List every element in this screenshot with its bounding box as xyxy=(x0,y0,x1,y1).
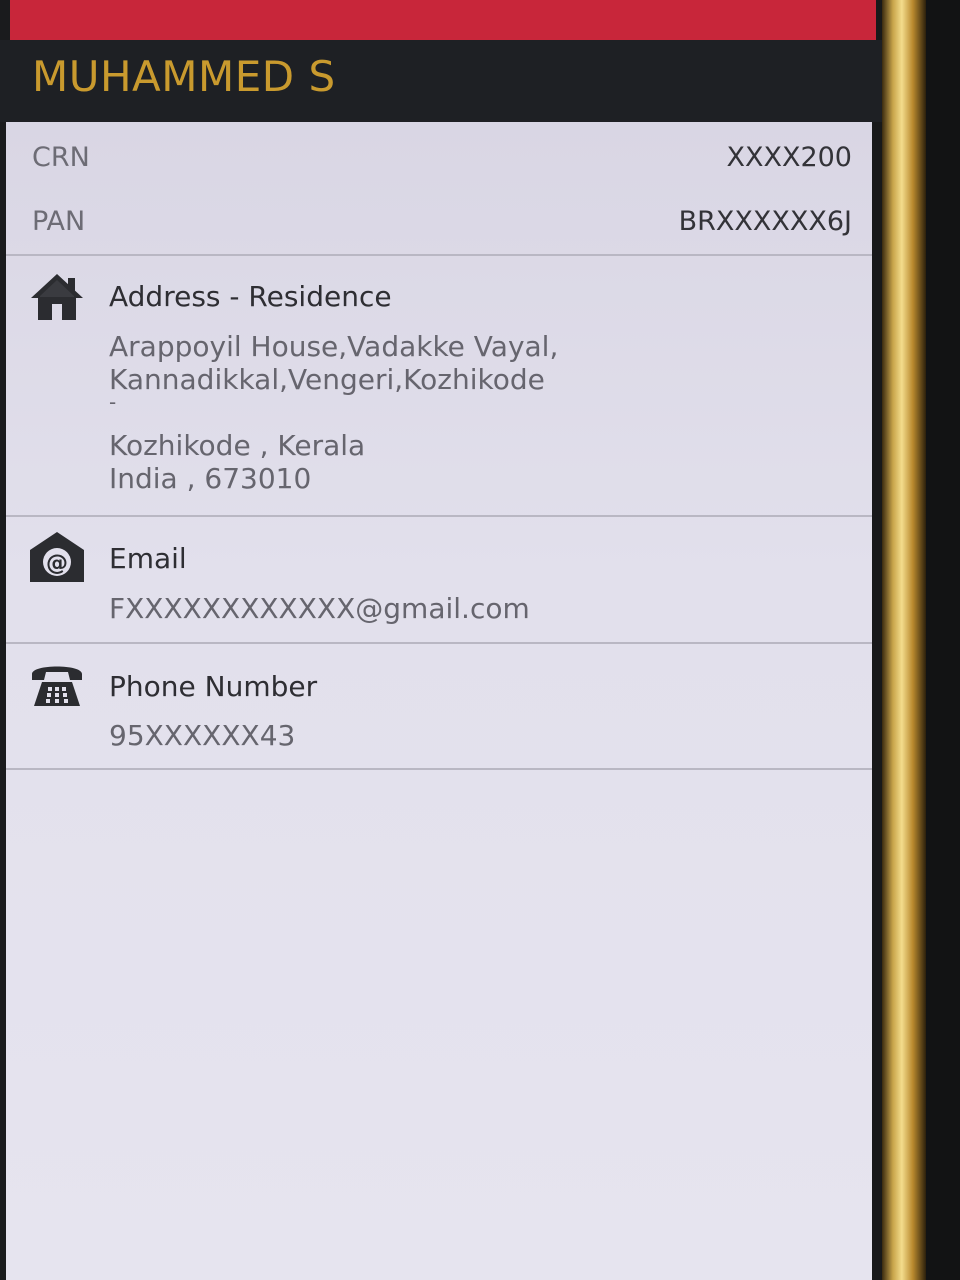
phone-edge xyxy=(926,0,960,1280)
phone-title: Phone Number xyxy=(109,670,318,703)
crn-row: CRN XXXX200 xyxy=(6,128,872,188)
phone-value: 95XXXXXX43 xyxy=(109,719,296,752)
app-screen: MUHAMMED S CRN XXXX200 PAN BRXXXXXX6J Ad… xyxy=(0,0,882,1280)
pan-value: BRXXXXXX6J xyxy=(678,206,852,237)
divider xyxy=(6,642,872,644)
pan-label: PAN xyxy=(32,206,86,237)
crn-value: XXXX200 xyxy=(726,142,852,173)
address-title: Address - Residence xyxy=(109,280,392,313)
email-value: FXXXXXXXXXXXX@gmail.com xyxy=(109,592,530,625)
profile-details-panel: CRN XXXX200 PAN BRXXXXXX6J Address - Res… xyxy=(6,122,872,1280)
divider xyxy=(6,515,872,517)
address-line-1: Arappoyil House,Vadakke Vayal, xyxy=(109,330,559,363)
svg-text:@: @ xyxy=(46,551,68,576)
address-line-3: - xyxy=(109,390,117,414)
phone-bezel-gold xyxy=(882,0,926,1280)
customer-name: MUHAMMED S xyxy=(32,52,336,101)
address-line-5: India , 673010 xyxy=(109,462,312,495)
app-top-bar xyxy=(10,0,876,40)
divider xyxy=(6,768,872,770)
email-at-icon: @ xyxy=(28,530,86,584)
address-line-2: Kannadikkal,Vengeri,Kozhikode xyxy=(109,363,545,396)
address-line-4: Kozhikode , Kerala xyxy=(109,429,366,462)
divider xyxy=(6,254,872,256)
home-icon xyxy=(28,270,86,324)
email-title: Email xyxy=(109,542,187,575)
pan-row: PAN BRXXXXXX6J xyxy=(6,192,872,252)
telephone-icon xyxy=(28,658,86,712)
crn-label: CRN xyxy=(32,142,90,173)
